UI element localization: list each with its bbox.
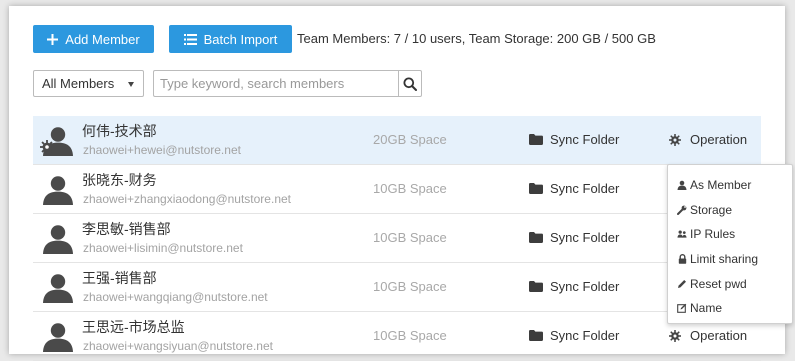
- member-row[interactable]: 何伟-技术部 zhaowei+hewei@nutstore.net 20GB Spa…: [33, 116, 761, 165]
- gear-icon: [669, 329, 681, 342]
- gear-icon: [669, 133, 681, 146]
- operation-button[interactable]: Operation: [669, 328, 747, 343]
- menu-item-limit-sharing[interactable]: Limit sharing: [668, 247, 792, 272]
- menu-item-ip-rules[interactable]: IP Rules: [668, 222, 792, 247]
- caret-down-icon: [128, 82, 134, 87]
- member-filter-value: All Members: [42, 76, 115, 91]
- member-row[interactable]: 王强-销售部 zhaowei+wangqiang@nutstore.net 10GB…: [33, 263, 761, 312]
- team-members-panel: Add Member Batch Import Team Members: 7 …: [9, 6, 793, 361]
- menu-item-reset-pwd[interactable]: Reset pwd: [668, 271, 792, 296]
- sync-folder-link[interactable]: Sync Folder: [529, 328, 619, 343]
- member-name: 李思敏-销售部: [82, 221, 171, 237]
- menu-item-label: Reset pwd: [690, 276, 747, 291]
- folder-icon: [529, 330, 543, 341]
- sync-folder-link[interactable]: Sync Folder: [529, 230, 619, 245]
- member-row[interactable]: 李思敏-销售部 zhaowei+lisimin@nutstore.net 10GB …: [33, 214, 761, 263]
- member-space: 20GB Space: [373, 132, 447, 147]
- member-search-input[interactable]: [153, 70, 398, 97]
- pencil-icon: [677, 279, 687, 289]
- member-filter-select[interactable]: All Members: [33, 70, 144, 97]
- member-name: 何伟-技术部: [82, 123, 157, 139]
- member-name: 王思远-市场总监: [82, 319, 185, 335]
- operation-label: Operation: [690, 132, 748, 147]
- menu-item-label: Name: [690, 301, 723, 316]
- search-button[interactable]: [398, 70, 422, 97]
- folder-icon: [529, 134, 543, 145]
- avatar-icon: [41, 224, 75, 254]
- plus-icon: [47, 33, 59, 45]
- menu-item-label: IP Rules: [690, 227, 736, 242]
- member-space: 10GB Space: [373, 230, 447, 245]
- avatar-icon: [41, 322, 75, 352]
- member-email: zhaowei+hewei@nutstore.net: [83, 143, 241, 157]
- member-email: zhaowei+wangqiang@nutstore.net: [83, 290, 268, 304]
- folder-icon: [529, 232, 543, 243]
- sync-folder-label: Sync Folder: [550, 181, 620, 196]
- member-row[interactable]: 张晓东-财务 zhaowei+zhangxiaodong@nutstore.net…: [33, 165, 761, 214]
- list-icon: [183, 33, 197, 45]
- member-space: 10GB Space: [373, 279, 447, 294]
- member-space: 10GB Space: [373, 181, 447, 196]
- member-email: zhaowei+wangsiyuan@nutstore.net: [83, 339, 273, 353]
- member-email: zhaowei+lisimin@nutstore.net: [83, 241, 243, 255]
- menu-item-label: As Member: [690, 178, 752, 193]
- menu-item-as-member[interactable]: As Member: [668, 173, 792, 198]
- sync-folder-label: Sync Folder: [550, 132, 620, 147]
- sync-folder-link[interactable]: Sync Folder: [529, 279, 619, 294]
- add-member-button[interactable]: Add Member: [33, 25, 154, 53]
- batch-import-label: Batch Import: [203, 31, 278, 47]
- member-list: 何伟-技术部 zhaowei+hewei@nutstore.net 20GB Spa…: [33, 116, 761, 361]
- sync-folder-link[interactable]: Sync Folder: [529, 181, 619, 196]
- ip-rules-icon: [677, 229, 687, 239]
- member-name: 王强-销售部: [82, 270, 157, 286]
- sync-folder-link[interactable]: Sync Folder: [529, 132, 619, 147]
- menu-item-label: Limit sharing: [690, 252, 759, 267]
- wrench-icon: [677, 205, 687, 215]
- folder-icon: [529, 281, 543, 292]
- lock-icon: [677, 254, 687, 264]
- avatar-icon: [41, 273, 75, 303]
- edit-icon: [677, 303, 687, 314]
- batch-import-button[interactable]: Batch Import: [169, 25, 292, 53]
- add-member-label: Add Member: [65, 31, 140, 47]
- sync-folder-label: Sync Folder: [550, 279, 620, 294]
- avatar-icon: [41, 175, 75, 205]
- operation-button[interactable]: Operation: [669, 132, 747, 147]
- menu-item-label: Storage: [690, 202, 733, 217]
- menu-item-storage[interactable]: Storage: [668, 198, 792, 223]
- admin-gear-icon: [40, 140, 54, 157]
- member-space: 10GB Space: [373, 328, 447, 343]
- member-email: zhaowei+zhangxiaodong@nutstore.net: [83, 192, 291, 206]
- operation-menu: As Member Storage IP Rules Limit sharing Res…: [667, 164, 793, 324]
- search-icon: [403, 77, 417, 91]
- team-stats: Team Members: 7 / 10 users, Team Storage…: [297, 31, 656, 46]
- sync-folder-label: Sync Folder: [550, 230, 620, 245]
- menu-item-name[interactable]: Name: [668, 296, 792, 321]
- user-icon: [677, 180, 687, 191]
- member-name: 张晓东-财务: [82, 172, 157, 188]
- operation-label: Operation: [690, 328, 748, 343]
- sync-folder-label: Sync Folder: [550, 328, 620, 343]
- folder-icon: [529, 183, 543, 194]
